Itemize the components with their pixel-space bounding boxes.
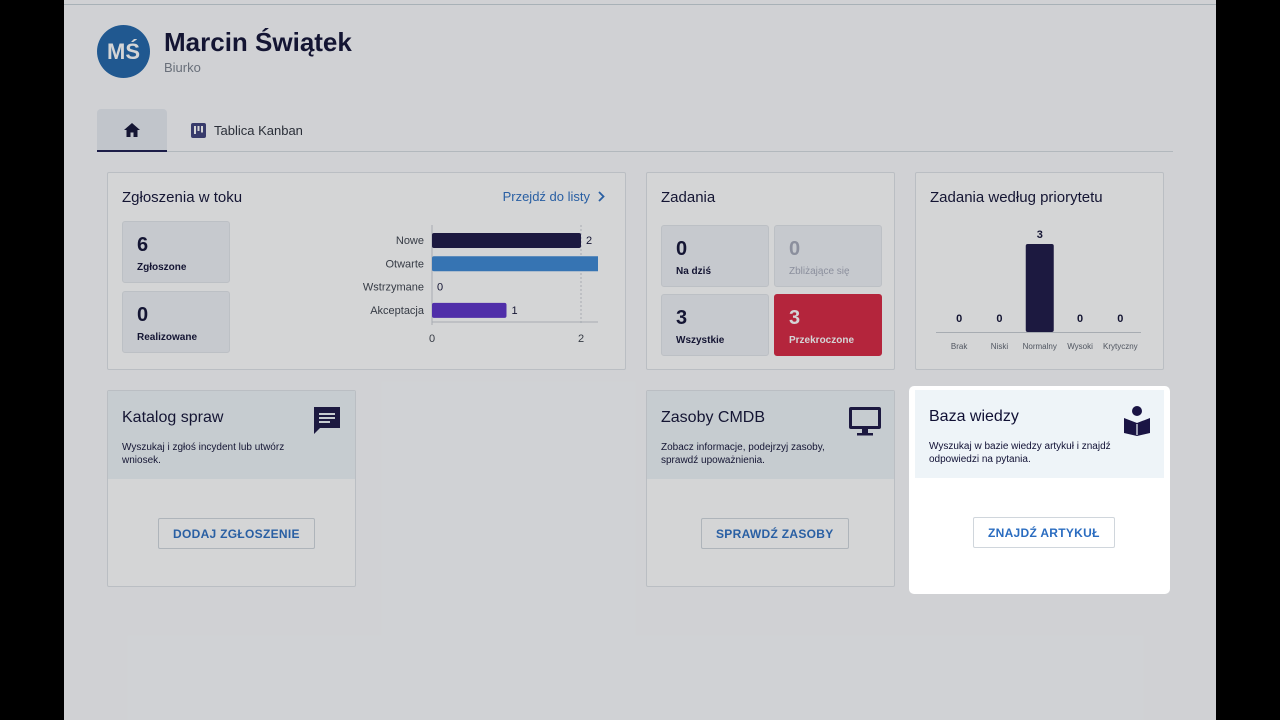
stat-overdue[interactable]: 3 Przekroczone bbox=[774, 294, 882, 356]
stat-in-progress-label: Realizowane bbox=[137, 332, 198, 343]
add-ticket-button[interactable]: DODAJ ZGŁOSZENIE bbox=[158, 518, 315, 549]
cmdb-description: Zobacz informacje, podejrzyj zasoby, spr… bbox=[661, 442, 825, 466]
find-article-button[interactable]: ZNAJDŹ ARTYKUŁ bbox=[973, 517, 1115, 548]
chat-icon bbox=[314, 407, 340, 434]
stat-upcoming[interactable]: 0 Zbliżające się bbox=[774, 225, 882, 287]
stat-reported-label: Zgłoszone bbox=[137, 262, 187, 273]
tasks-card: Zadania 0 Na dziś 0 Zbliżające się 3 Wsz… bbox=[646, 172, 895, 370]
go-to-list-link[interactable]: Przejdź do listy bbox=[503, 189, 605, 204]
cmdb-title: Zasoby CMDB bbox=[661, 409, 766, 426]
check-assets-button[interactable]: SPRAWDŹ ZASOBY bbox=[701, 518, 849, 549]
bar bbox=[432, 302, 507, 318]
category-label: Otwarte bbox=[385, 258, 424, 270]
category-label: Wysoki bbox=[1067, 342, 1093, 351]
monitor-icon bbox=[849, 407, 881, 436]
priority-chart: 0 Brak 0 Niski 3 Normalny 0 Wysoki 0 Krytyczny bbox=[936, 229, 1141, 351]
kb-description: Wyszukaj w bazie wiedzy artykuł i znajdź… bbox=[929, 441, 1111, 465]
bar bbox=[1025, 244, 1054, 332]
stat-overdue-label: Przekroczone bbox=[789, 335, 855, 346]
tickets-title: Zgłoszenia w toku bbox=[122, 189, 243, 206]
stat-today[interactable]: 0 Na dziś bbox=[661, 225, 769, 287]
priority-title: Zadania według priorytetu bbox=[930, 189, 1103, 206]
data-label: 0 bbox=[996, 313, 1002, 325]
stat-upcoming-value: 0 bbox=[789, 238, 801, 260]
avatar[interactable]: MŚ bbox=[97, 25, 150, 78]
tasks-title: Zadania bbox=[661, 189, 716, 206]
kb-card: Baza wiedzy Wyszukaj w bazie wiedzy arty… bbox=[911, 388, 1168, 592]
reader-book-icon bbox=[1124, 406, 1150, 436]
category-label: Normalny bbox=[1023, 342, 1057, 351]
data-label: 0 bbox=[956, 313, 962, 325]
category-label: Krytyczny bbox=[1103, 342, 1138, 351]
category-label: Brak bbox=[951, 342, 968, 351]
data-label: 1 bbox=[512, 305, 518, 317]
catalog-card: Katalog spraw Wyszukaj i zgłoś incydent … bbox=[107, 390, 356, 587]
chevron-right-icon bbox=[598, 191, 605, 202]
cmdb-card: Zasoby CMDB Zobacz informacje, podejrzyj… bbox=[646, 390, 895, 587]
stat-today-label: Na dziś bbox=[676, 266, 712, 277]
stat-today-value: 0 bbox=[676, 238, 688, 260]
category-label: Nowe bbox=[396, 235, 424, 247]
stat-in-progress-value: 0 bbox=[137, 304, 149, 326]
tick-label: 0 bbox=[429, 333, 435, 345]
kb-header: Baza wiedzy Wyszukaj w bazie wiedzy arty… bbox=[915, 390, 1164, 478]
category-label: Wstrzymane bbox=[363, 282, 424, 294]
top-divider bbox=[64, 4, 1216, 5]
catalog-title: Katalog spraw bbox=[122, 409, 224, 426]
user-subtitle: Biurko bbox=[164, 60, 201, 75]
app-window: MŚ Marcin Świątek Biurko Tablica Kanban … bbox=[64, 0, 1216, 720]
catalog-header: Katalog spraw Wyszukaj i zgłoś incydent … bbox=[108, 391, 355, 479]
stat-all-label: Wszystkie bbox=[676, 335, 725, 346]
category-label: Akceptacja bbox=[370, 305, 425, 317]
data-label: 0 bbox=[437, 282, 443, 294]
go-to-list-label: Przejdź do listy bbox=[502, 189, 590, 204]
bar bbox=[432, 256, 598, 272]
stat-upcoming-label: Zbliżające się bbox=[789, 266, 850, 277]
tab-kanban-label: Tablica Kanban bbox=[214, 123, 303, 138]
data-label: 0 bbox=[1077, 313, 1083, 325]
stat-in-progress[interactable]: 0 Realizowane bbox=[122, 291, 230, 353]
stat-all-value: 3 bbox=[676, 307, 688, 329]
kb-card-inner: Baza wiedzy Wyszukaj w bazie wiedzy arty… bbox=[915, 390, 1164, 587]
stat-overdue-value: 3 bbox=[789, 307, 801, 329]
data-label: 3 bbox=[1037, 229, 1043, 241]
user-name: Marcin Świątek bbox=[164, 27, 352, 57]
bar bbox=[432, 233, 581, 248]
category-label: Niski bbox=[991, 342, 1009, 351]
tickets-card: Zgłoszenia w toku Przejdź do listy 6 Zgł… bbox=[107, 172, 626, 370]
data-label: 0 bbox=[1117, 313, 1123, 325]
tab-home[interactable] bbox=[97, 109, 167, 152]
stat-reported[interactable]: 6 Zgłoszone bbox=[122, 221, 230, 283]
kb-title: Baza wiedzy bbox=[929, 408, 1019, 425]
kanban-icon bbox=[191, 123, 206, 138]
tab-kanban[interactable]: Tablica Kanban bbox=[191, 109, 303, 152]
avatar-initials: MŚ bbox=[107, 38, 140, 64]
stat-reported-value: 6 bbox=[137, 234, 149, 256]
stat-all[interactable]: 3 Wszystkie bbox=[661, 294, 769, 356]
ticket-status-chart: Nowe2Otwarte3Wstrzymane0Akceptacja102 bbox=[363, 225, 598, 345]
data-label: 2 bbox=[586, 235, 592, 247]
tick-label: 2 bbox=[578, 333, 584, 345]
catalog-description: Wyszukaj i zgłoś incydent lub utwórz wni… bbox=[122, 442, 285, 466]
cmdb-header: Zasoby CMDB Zobacz informacje, podejrzyj… bbox=[647, 391, 894, 479]
priority-card: Zadania według priorytetu 0 Brak 0 Niski 3 No… bbox=[915, 172, 1164, 370]
tab-bar: Tablica Kanban bbox=[97, 109, 1173, 152]
home-icon bbox=[124, 122, 140, 137]
